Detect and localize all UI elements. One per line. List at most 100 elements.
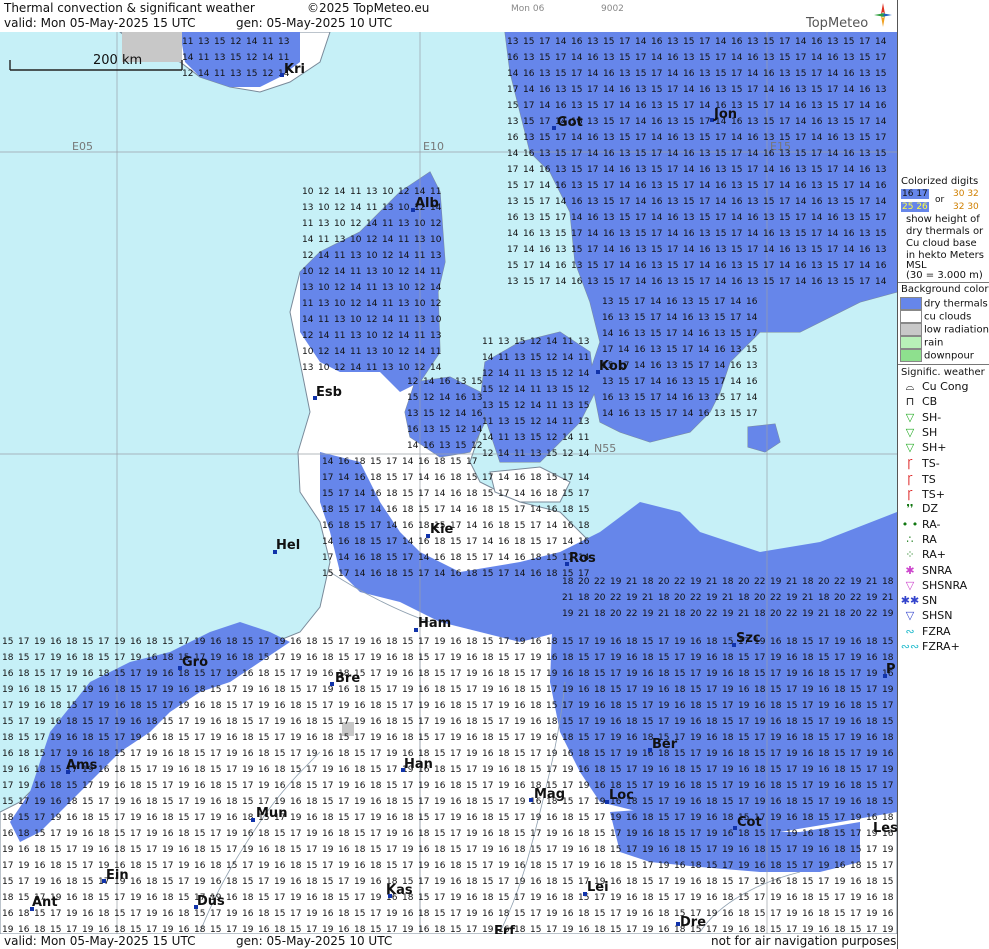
svg-text:18: 18 xyxy=(546,717,558,727)
svg-text:13: 13 xyxy=(507,37,518,47)
svg-text:19: 19 xyxy=(658,701,670,711)
svg-text:14: 14 xyxy=(430,283,442,293)
svg-text:18: 18 xyxy=(850,861,862,871)
svg-text:15: 15 xyxy=(370,685,381,695)
svg-text:17: 17 xyxy=(763,181,774,191)
svg-text:17: 17 xyxy=(338,489,349,499)
svg-text:18: 18 xyxy=(514,765,526,775)
svg-text:16: 16 xyxy=(779,245,791,255)
svg-text:19: 19 xyxy=(402,845,414,855)
svg-text:15: 15 xyxy=(322,489,333,499)
svg-text:19: 19 xyxy=(18,861,30,871)
svg-text:15: 15 xyxy=(98,893,109,903)
svg-text:15: 15 xyxy=(578,653,589,663)
svg-text:17: 17 xyxy=(834,813,845,823)
city-kas: Kas xyxy=(386,883,413,898)
svg-text:14: 14 xyxy=(779,261,791,271)
svg-text:19: 19 xyxy=(338,861,350,871)
svg-text:13: 13 xyxy=(198,37,209,47)
svg-text:15: 15 xyxy=(523,277,534,287)
svg-text:16: 16 xyxy=(651,37,663,47)
svg-text:12: 12 xyxy=(366,315,377,325)
svg-text:17: 17 xyxy=(882,701,893,711)
city-jon: Jon xyxy=(713,107,737,122)
weather-map[interactable]: E05 E10 E15 N55 13 15 17 14 16 13 15 17 14 16 13 15… xyxy=(0,32,897,934)
svg-text:15: 15 xyxy=(130,765,141,775)
svg-text:17: 17 xyxy=(482,701,493,711)
svg-text:19: 19 xyxy=(578,861,590,871)
svg-text:15: 15 xyxy=(866,781,877,791)
weather-symbol-icon: ⊓ xyxy=(905,395,915,409)
svg-text:15: 15 xyxy=(214,37,225,47)
svg-text:19: 19 xyxy=(18,781,30,791)
svg-text:17: 17 xyxy=(818,797,829,807)
svg-text:14: 14 xyxy=(731,53,743,63)
svg-text:15: 15 xyxy=(514,909,525,919)
svg-text:19: 19 xyxy=(450,893,462,903)
svg-text:12: 12 xyxy=(318,187,329,197)
svg-text:13: 13 xyxy=(746,361,757,371)
svg-text:15: 15 xyxy=(811,165,822,175)
svg-text:15: 15 xyxy=(619,213,630,223)
svg-text:18: 18 xyxy=(498,521,510,531)
svg-text:18: 18 xyxy=(114,765,126,775)
svg-text:16: 16 xyxy=(482,521,494,531)
svg-text:17: 17 xyxy=(610,829,621,839)
legend-wx-item: ▽ SH xyxy=(898,426,989,441)
svg-text:15: 15 xyxy=(407,393,418,403)
svg-text:16: 16 xyxy=(850,797,862,807)
footer-valid-time: valid: Mon 05-May-2025 15 UTC xyxy=(4,934,196,948)
svg-text:18: 18 xyxy=(402,813,414,823)
svg-text:14: 14 xyxy=(795,37,807,47)
svg-text:17: 17 xyxy=(635,213,646,223)
svg-text:17: 17 xyxy=(634,377,645,387)
svg-text:17: 17 xyxy=(402,861,413,871)
svg-text:15: 15 xyxy=(450,765,461,775)
svg-text:18: 18 xyxy=(194,685,206,695)
svg-text:16: 16 xyxy=(674,861,686,871)
svg-text:18: 18 xyxy=(722,813,734,823)
svg-text:13: 13 xyxy=(214,53,225,63)
svg-text:19: 19 xyxy=(690,653,702,663)
svg-text:16: 16 xyxy=(802,669,814,679)
svg-text:18: 18 xyxy=(690,781,702,791)
svg-text:18: 18 xyxy=(242,893,254,903)
svg-text:19: 19 xyxy=(194,637,206,647)
svg-text:17: 17 xyxy=(594,653,605,663)
svg-text:13: 13 xyxy=(843,213,854,223)
svg-text:16: 16 xyxy=(523,229,535,239)
svg-text:14: 14 xyxy=(699,101,711,111)
svg-text:15: 15 xyxy=(242,797,253,807)
svg-text:14: 14 xyxy=(811,53,823,63)
svg-text:17: 17 xyxy=(699,277,710,287)
svg-text:13: 13 xyxy=(278,37,289,47)
svg-text:17: 17 xyxy=(466,765,477,775)
svg-text:18: 18 xyxy=(754,685,766,695)
svg-text:13: 13 xyxy=(423,425,434,435)
svg-text:15: 15 xyxy=(386,781,397,791)
svg-text:18: 18 xyxy=(578,909,590,919)
svg-text:18: 18 xyxy=(226,877,238,887)
svg-text:19: 19 xyxy=(786,829,798,839)
svg-text:18: 18 xyxy=(642,893,654,903)
svg-text:17: 17 xyxy=(562,701,573,711)
svg-text:18: 18 xyxy=(354,925,366,934)
svg-text:15: 15 xyxy=(698,377,709,387)
svg-text:11: 11 xyxy=(546,401,557,411)
svg-text:10: 10 xyxy=(302,347,314,357)
svg-text:19: 19 xyxy=(498,781,510,791)
weather-symbol-icon: Ꞅ xyxy=(907,472,913,486)
svg-text:17: 17 xyxy=(866,685,877,695)
svg-text:13: 13 xyxy=(382,363,393,373)
svg-text:14: 14 xyxy=(587,149,599,159)
svg-text:10: 10 xyxy=(382,347,394,357)
svg-text:13: 13 xyxy=(795,85,806,95)
svg-text:12: 12 xyxy=(350,299,361,309)
svg-text:15: 15 xyxy=(418,733,429,743)
svg-text:14: 14 xyxy=(414,267,426,277)
city-ein: Ein xyxy=(106,868,129,883)
svg-text:17: 17 xyxy=(786,685,797,695)
svg-text:16: 16 xyxy=(619,245,631,255)
svg-text:16: 16 xyxy=(514,473,526,483)
svg-text:13: 13 xyxy=(779,229,790,239)
